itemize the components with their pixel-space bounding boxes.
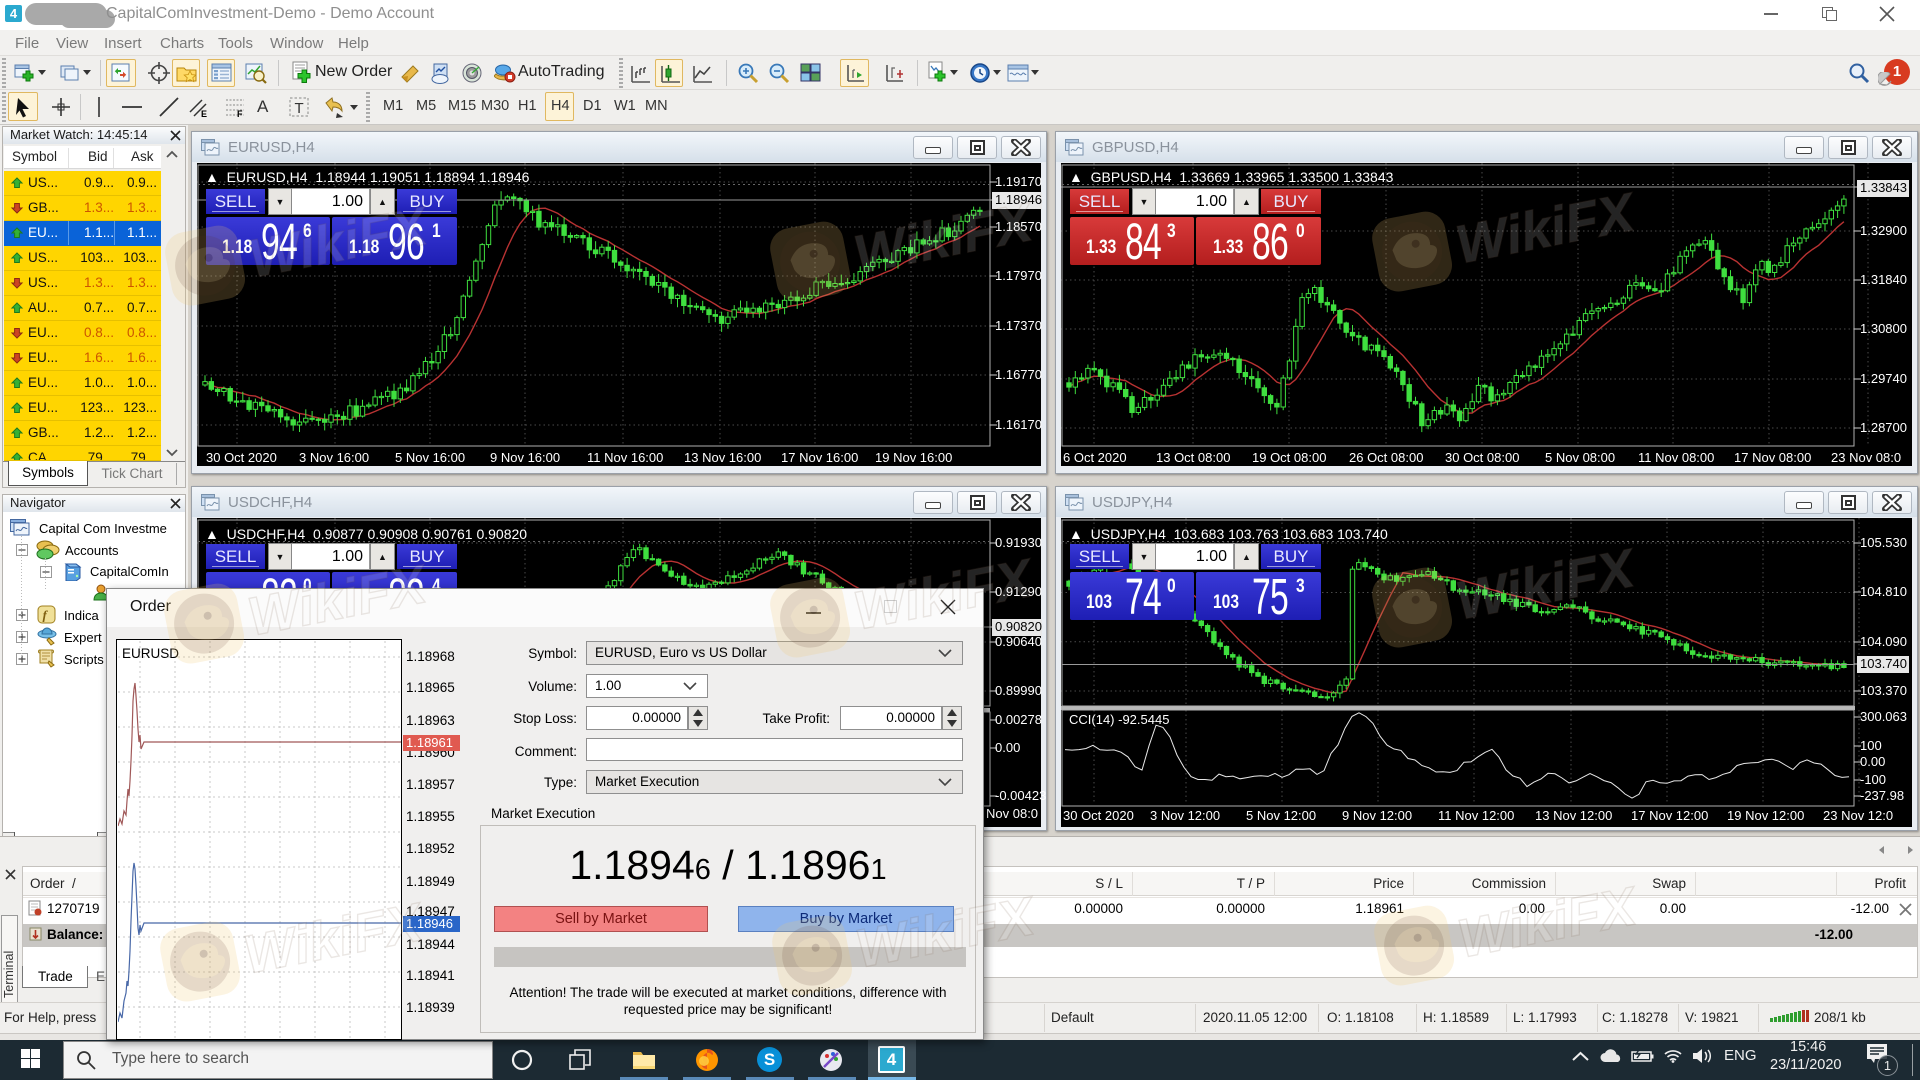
svg-text:E: E <box>201 109 207 118</box>
svg-text:T: T <box>295 100 304 117</box>
svg-text:F: F <box>237 109 243 118</box>
